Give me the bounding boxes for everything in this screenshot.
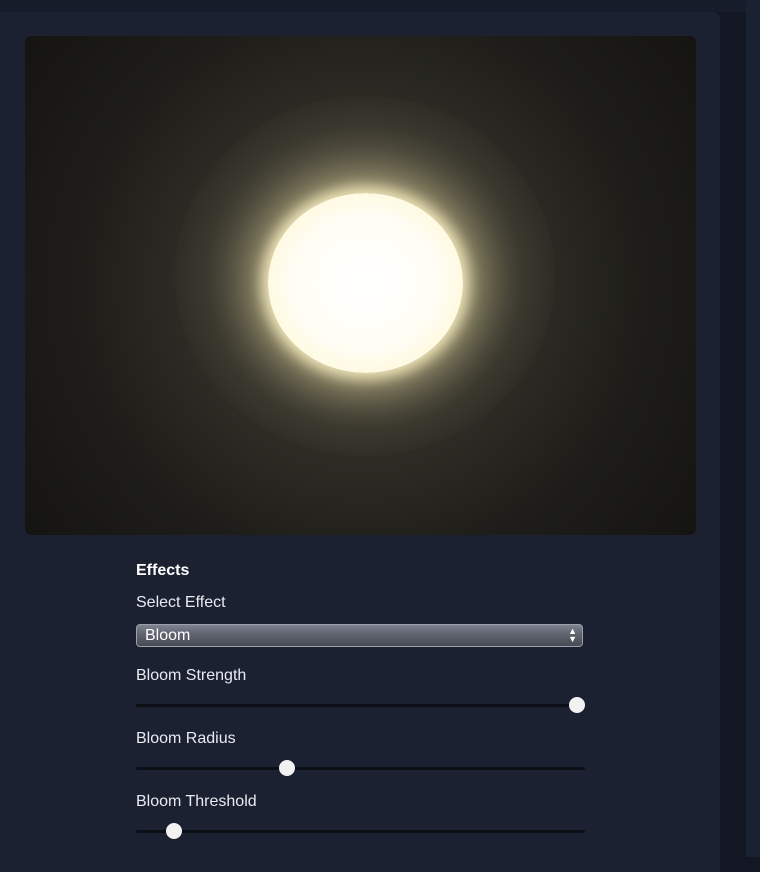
effect-select-value: Bloom: [145, 627, 191, 644]
bloom-threshold-slider[interactable]: [136, 823, 585, 839]
glowing-sphere: [268, 193, 463, 373]
select-arrows-icon: ▲ ▼: [568, 626, 577, 644]
slider-track: [136, 830, 585, 833]
bloom-threshold-label: Bloom Threshold: [136, 793, 257, 810]
effects-title: Effects: [136, 562, 190, 579]
effect-select[interactable]: Bloom ▲ ▼: [136, 624, 583, 647]
render-viewport[interactable]: [25, 36, 696, 535]
slider-track: [136, 704, 585, 707]
top-strip: [0, 0, 760, 12]
bloom-strength-slider[interactable]: [136, 697, 585, 713]
slider-track: [136, 767, 585, 770]
select-effect-label: Select Effect: [136, 594, 226, 611]
bloom-strength-label: Bloom Strength: [136, 667, 247, 684]
slider-thumb[interactable]: [278, 760, 295, 776]
bloom-radius-slider[interactable]: [136, 760, 585, 776]
right-scroll-strip: [746, 0, 760, 857]
slider-thumb[interactable]: [569, 697, 585, 713]
slider-thumb[interactable]: [166, 823, 183, 839]
bloom-radius-label: Bloom Radius: [136, 730, 236, 747]
